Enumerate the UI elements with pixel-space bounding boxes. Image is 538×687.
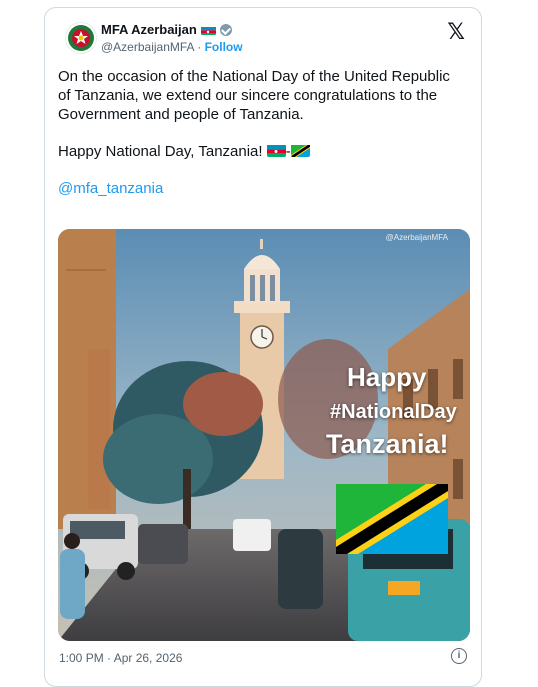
handle-row: @AzerbaijanMFA · Follow	[101, 40, 243, 54]
tweet-header: MFA Azerbaijan @AzerbaijanMFA · Follow 𝕏	[59, 20, 467, 60]
azerbaijan-flag-emoji	[266, 144, 286, 157]
tweet-paragraph-3: @mfa_tanzania	[58, 179, 458, 198]
tweet-paragraph-1: On the occasion of the National Day of t…	[58, 68, 450, 123]
tweet-image[interactable]: @AzerbaijanMFA Happy #NationalDay Tanzan…	[58, 229, 470, 641]
tanzania-flag-graphic	[336, 484, 448, 554]
account-handle[interactable]: @AzerbaijanMFA	[101, 40, 194, 54]
info-icon[interactable]: i	[451, 648, 467, 664]
greeting-text: Happy National Day, Tanzania!	[58, 143, 263, 160]
overlay-hashtag: #NationalDay	[330, 401, 457, 423]
tanzania-flag-emoji	[290, 144, 310, 157]
account-name-row: MFA Azerbaijan	[101, 22, 232, 37]
x-logo-icon[interactable]: 𝕏	[447, 20, 465, 45]
overlay-happy: Happy	[347, 362, 427, 392]
mention-link[interactable]: @mfa_tanzania	[58, 180, 163, 197]
account-name[interactable]: MFA Azerbaijan	[101, 22, 197, 37]
tweet-timestamp[interactable]: 1:00 PM · Apr 26, 2026	[59, 651, 182, 665]
tweet-card[interactable]: MFA Azerbaijan @AzerbaijanMFA · Follow 𝕏…	[44, 7, 482, 687]
image-watermark: @AzerbaijanMFA	[385, 233, 448, 242]
follow-button[interactable]: Follow	[205, 40, 243, 54]
azerbaijan-flag-icon	[200, 25, 216, 35]
tweet-text: On the occasion of the National Day of t…	[58, 67, 458, 216]
emblem-icon	[68, 25, 94, 51]
verified-badge-icon	[219, 23, 232, 36]
overlay-tanzania: Tanzania!	[326, 429, 449, 459]
separator-dot: ·	[197, 40, 202, 54]
avatar[interactable]	[65, 22, 97, 54]
tweet-paragraph-2: Happy National Day, Tanzania! -	[58, 142, 458, 161]
